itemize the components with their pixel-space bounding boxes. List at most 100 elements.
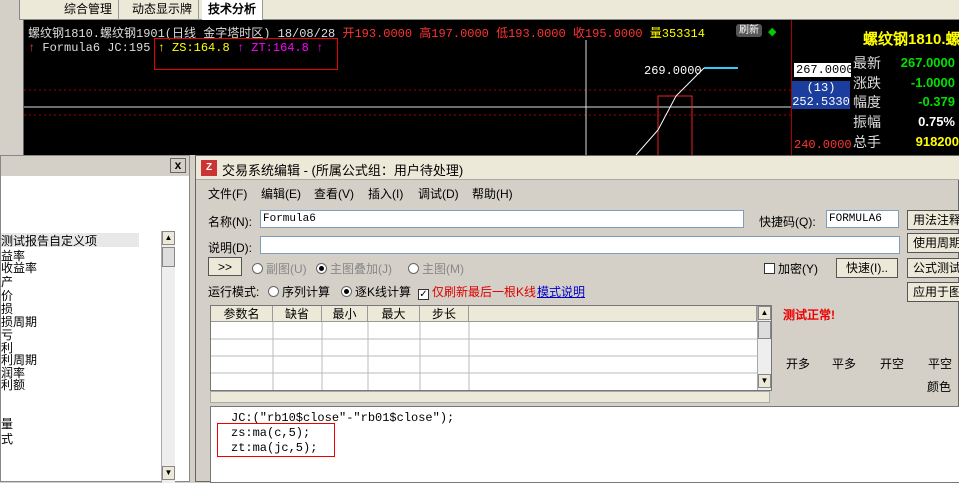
tab-close-short[interactable]: 平空 [928,355,952,372]
close-button[interactable]: x [170,158,186,173]
dialog-titlebar: Z 交易系统编辑 - (所属公式组：用户待处理) [196,156,959,180]
arrow-up-icon: ↑ [28,41,36,55]
column-header: 缺省 [273,306,322,322]
quote-label: 涨跌 [853,75,881,91]
quick-button[interactable]: 快速(I).. [836,258,898,278]
list-item[interactable]: 利周期 [1,354,37,366]
panel-titlebar: x [1,156,189,176]
list-item[interactable]: 测试报告自定义项 [1,235,97,247]
refresh-button[interactable]: 刷新 [736,24,762,37]
mode-help-link[interactable]: 模式说明 [537,283,585,300]
list-item[interactable]: 式 [1,433,13,445]
quote-value: -1.0000 [910,75,955,90]
column-header: 最大 [368,306,420,322]
run-mode-label: 运行模式: [208,285,260,299]
list-item[interactable]: 收益率 [1,262,37,274]
apply-to-chart-button[interactable]: 应用于图 [907,282,959,302]
scroll-down-icon[interactable]: ▼ [758,374,771,388]
name-input[interactable]: Formula6 [260,210,744,228]
list-item[interactable]: 损周期 [1,316,37,328]
list-item[interactable]: 量 [1,418,13,430]
radio-label: 逐K线计算 [355,285,412,299]
close-price: 收195.0000 [572,27,643,41]
menu-edit[interactable]: 编辑(E) [261,185,301,202]
column-header: 最小 [322,306,368,322]
menu-file[interactable]: 文件(F) [208,185,247,202]
diamond-icon: ◆ [768,26,777,38]
formula-test-button[interactable]: 公式测试 [907,258,959,278]
radio-icon [252,263,263,274]
horizontal-scrollbar[interactable] [210,391,770,403]
scroll-down-icon[interactable]: ▼ [162,466,175,480]
refresh-last-bar-checkbox[interactable]: ✓ 仅刷新最后一根K线 [418,283,536,300]
radio-icon [268,286,279,297]
description-label: 说明(D): [208,241,252,255]
radio-main-chart[interactable]: 主图(M) [408,260,464,277]
formula-editor[interactable]: JC:("rb10$close"-"rb01$close"); zs:ma(c,… [210,406,959,483]
price-tag: 269.0000 [644,64,702,78]
radio-label: 主图叠加(J) [330,262,392,276]
tab-open-short[interactable]: 开空 [880,355,904,372]
dialog-title: 交易系统编辑 - (所属公式组：用户待处理) [222,163,464,178]
list-item[interactable]: 利额 [1,379,25,391]
radio-per-bar-calc[interactable]: 逐K线计算 [341,283,411,300]
menu-help[interactable]: 帮助(H) [472,185,513,202]
radio-label: 副图(U) [266,262,307,276]
quote-label: 总手 [853,134,881,150]
column-header-empty [469,306,757,322]
scroll-thumb[interactable] [758,321,771,339]
axis-mid-price: 252.5330 [792,95,850,109]
axis-count: (13) [792,81,850,95]
menu-debug[interactable]: 调试(D) [418,185,459,202]
radio-label: 序列计算 [282,285,331,299]
axis-top-price: 267.0000 [794,63,856,77]
radio-icon [316,263,327,274]
list-item[interactable]: 损 [1,303,13,315]
quote-row: 涨跌 -1.0000 [853,74,959,92]
checkbox-label: 仅刷新最后一根K线 [432,285,537,299]
tab-dynamic-board[interactable]: 动态显示牌 [126,0,200,20]
panel-toggle-icon[interactable] [0,0,20,20]
price-chart[interactable]: 螺纹钢1810.螺纹钢1901(日线 金字塔时区) 18/08/28 开193.… [24,20,791,155]
scroll-up-icon[interactable]: ▲ [758,306,771,320]
quote-value: 267.0000 [900,55,955,70]
radio-sub-chart[interactable]: 副图(U) [252,260,307,277]
radio-icon [341,286,352,297]
menu-insert[interactable]: 插入(I) [368,185,403,202]
scroll-up-icon[interactable]: ▲ [162,231,175,245]
panel-scrollbar[interactable]: ▲ ▼ [161,231,175,483]
formula-jc-value: Formula6 JC:195 [42,41,151,55]
open-price: 开193.0000 [342,27,413,41]
use-period-button[interactable]: 使用周期 [907,233,959,253]
parameter-grid[interactable] [211,322,757,390]
quote-label: 幅度 [853,94,881,110]
radio-icon [408,263,419,274]
quote-value: 918200 [915,134,959,149]
quote-title: 螺纹钢1810.螺 [863,31,959,48]
radio-sequence-calc[interactable]: 序列计算 [268,283,330,300]
color-label: 颜色 [927,380,952,394]
tab-technical-analysis[interactable]: 技术分析 [202,0,264,20]
menu-view[interactable]: 查看(V) [314,185,354,202]
column-header: 步长 [420,306,469,322]
list-item[interactable]: 产 [1,276,13,288]
checkbox-icon [764,263,775,274]
tab-overview[interactable]: 综合管理 [58,0,120,20]
test-status-text: 测试正常! [783,308,835,322]
encrypt-checkbox[interactable]: 加密(Y) [764,260,818,277]
table-scrollbar[interactable]: ▲ ▼ [757,306,771,390]
app-icon: Z [201,160,217,176]
list-item[interactable]: 亏 [1,329,13,341]
tab-open-long[interactable]: 开多 [786,355,810,372]
radio-main-overlay[interactable]: 主图叠加(J) [316,260,392,277]
usage-notes-button[interactable]: 用法注释 [907,210,959,230]
volume: 量353314 [649,27,705,41]
description-input[interactable] [260,236,900,254]
expand-button[interactable]: >> [208,257,242,276]
tab-close-long[interactable]: 平多 [832,355,856,372]
shortcut-input[interactable]: FORMULA6 [826,210,899,228]
scroll-thumb[interactable] [162,247,175,267]
list-item[interactable]: 价 [1,290,13,302]
highlight-box [154,38,338,70]
left-strip [0,20,24,155]
